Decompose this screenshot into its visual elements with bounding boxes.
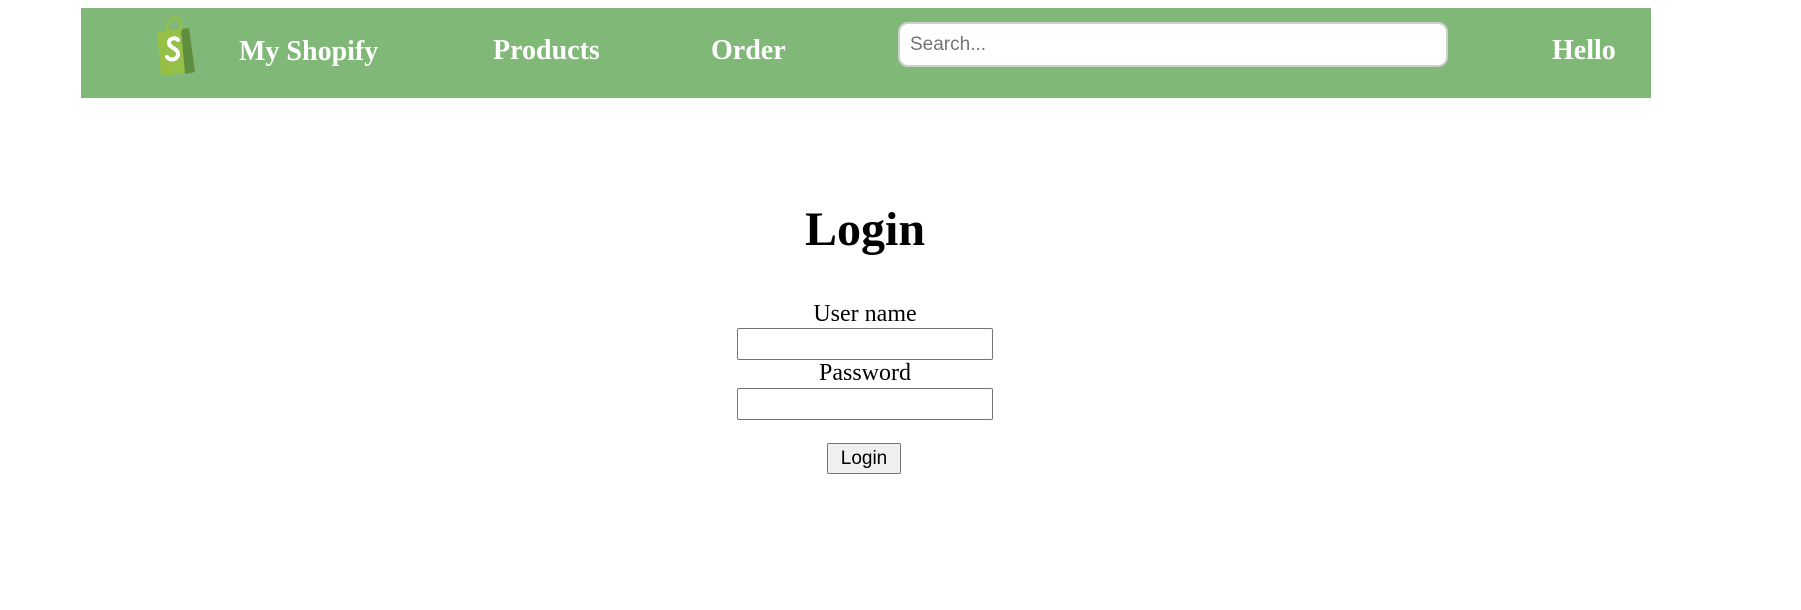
username-field[interactable] xyxy=(737,328,993,360)
login-button[interactable]: Login xyxy=(827,443,901,474)
password-label: Password xyxy=(818,360,911,386)
username-label: User name xyxy=(813,301,917,327)
password-field[interactable] xyxy=(737,388,993,420)
page-title: Login xyxy=(804,203,926,256)
login-form: Login User name Password Login xyxy=(0,0,1730,610)
